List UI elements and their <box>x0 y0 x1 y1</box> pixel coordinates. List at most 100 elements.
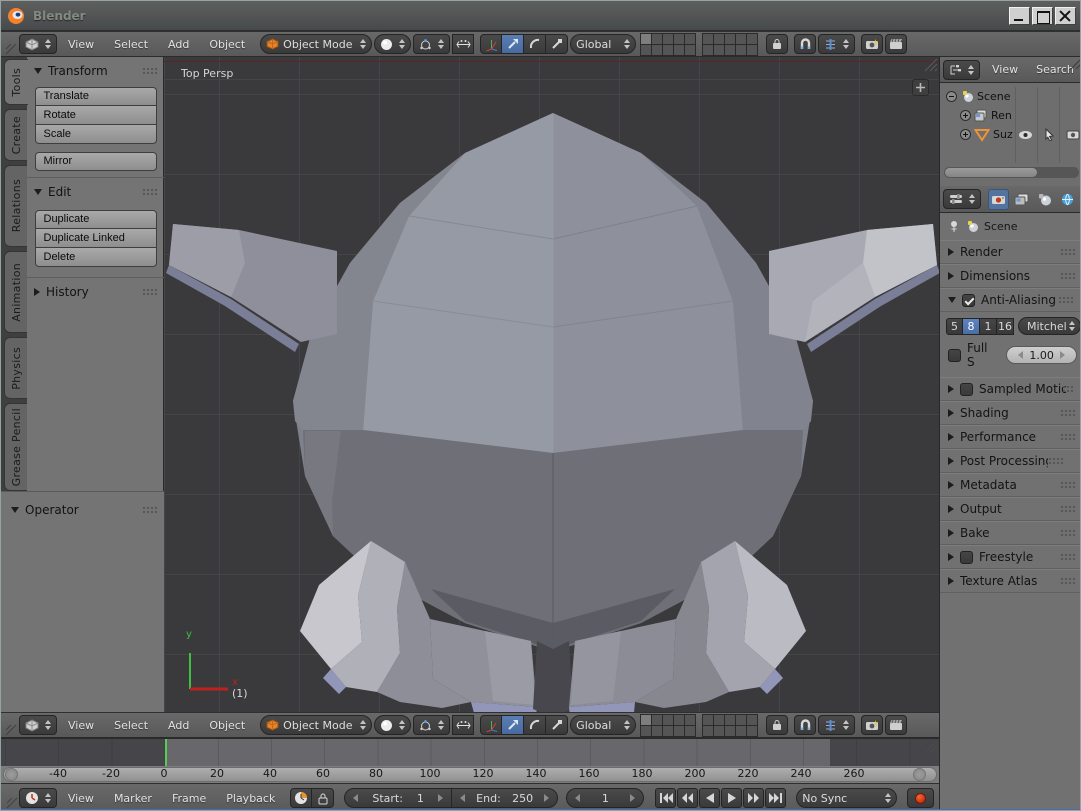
previous-keyframe-button[interactable] <box>677 788 698 808</box>
panel-output[interactable]: Output <box>940 497 1081 521</box>
mirror-button[interactable]: Mirror <box>35 152 157 171</box>
current-frame-field[interactable]: 1 <box>566 788 644 808</box>
panel-bake[interactable]: Bake <box>940 521 1081 545</box>
area-corner-grip[interactable] <box>1070 58 1081 70</box>
3d-viewport[interactable]: Top Persp <box>164 57 939 712</box>
translate-button[interactable]: Translate <box>35 87 157 106</box>
editor-type-button[interactable] <box>943 189 981 209</box>
timeline-ruler-scrollbar[interactable]: -40 -20 0 20 40 60 80 100 120 140 160 18… <box>1 766 939 783</box>
lock-to-scene-toggle[interactable] <box>766 715 788 735</box>
panel-grip[interactable] <box>142 288 157 296</box>
tab-scene[interactable] <box>1034 189 1055 210</box>
tab-animation[interactable]: Animation <box>4 251 27 333</box>
play-reverse-button[interactable] <box>699 788 720 808</box>
manipulator-axis-button[interactable] <box>480 715 502 735</box>
outliner-row-renderlayers[interactable]: Ren <box>960 106 1012 125</box>
manipulator-rotate-toggle[interactable] <box>524 34 546 54</box>
minimize-button[interactable] <box>1009 7 1030 25</box>
menu-object[interactable]: Object <box>200 719 254 732</box>
area-corner-grip[interactable] <box>5 714 17 736</box>
duplicate-button[interactable]: Duplicate <box>35 210 157 229</box>
snap-toggle[interactable] <box>794 34 816 54</box>
expand-icon[interactable] <box>960 129 971 140</box>
viewport-shading-dropdown[interactable] <box>374 715 411 735</box>
samples-11-button[interactable]: 1 <box>980 318 997 335</box>
scrollbar-thumb[interactable] <box>945 168 1037 177</box>
layer-buttons-group1[interactable] <box>640 33 696 56</box>
outliner-row-scene[interactable]: Scene <box>946 87 1011 106</box>
panel-grip[interactable] <box>1060 248 1075 256</box>
decrement-arrow-icon[interactable] <box>575 794 580 802</box>
filter-dropdown[interactable]: Mitchel <box>1018 317 1081 335</box>
editor-type-button[interactable] <box>19 715 57 735</box>
manipulator-scale-toggle[interactable] <box>546 34 568 54</box>
increment-arrow-icon[interactable] <box>438 794 443 802</box>
render-opengl-button[interactable] <box>861 715 883 735</box>
panel-operator-header[interactable]: Operator <box>1 500 164 520</box>
panel-grip[interactable] <box>1048 457 1063 465</box>
menu-view[interactable]: View <box>59 792 103 805</box>
editor-type-button[interactable] <box>943 60 980 80</box>
tab-physics[interactable]: Physics <box>4 337 27 399</box>
render-opengl-anim-button[interactable] <box>885 34 907 54</box>
preview-range-toggle[interactable] <box>290 788 312 808</box>
samples-8-button[interactable]: 8 <box>963 318 980 335</box>
rotate-button[interactable]: Rotate <box>35 106 157 125</box>
snap-element-dropdown[interactable] <box>818 34 855 54</box>
lock-to-scene-toggle[interactable] <box>766 34 788 54</box>
decrement-arrow-icon[interactable] <box>1018 351 1023 359</box>
layer-buttons-group2[interactable] <box>702 714 758 737</box>
snap-toggle[interactable] <box>794 715 816 735</box>
panel-history-header[interactable]: History <box>27 282 164 302</box>
timeline-playhead[interactable] <box>165 739 167 766</box>
manipulator-axis-button[interactable] <box>480 34 502 54</box>
pin-icon[interactable] <box>948 220 960 233</box>
record-button[interactable] <box>907 788 934 808</box>
expand-icon[interactable] <box>960 110 971 121</box>
editor-type-button[interactable] <box>19 788 57 808</box>
scrollbar-left-handle[interactable] <box>5 768 18 781</box>
menu-add[interactable]: Add <box>159 719 198 732</box>
panel-grip[interactable] <box>1060 505 1075 513</box>
panel-metadata[interactable]: Metadata <box>940 473 1081 497</box>
samples-16-button[interactable]: 16 <box>997 318 1014 335</box>
tab-world[interactable] <box>1057 189 1078 210</box>
samples-5-button[interactable]: 5 <box>946 318 963 335</box>
open-properties-region-button[interactable] <box>912 79 929 96</box>
area-corner-grip[interactable] <box>924 740 938 754</box>
pivot-point-dropdown[interactable] <box>413 34 450 54</box>
panel-performance[interactable]: Performance <box>940 425 1081 449</box>
increment-arrow-icon[interactable] <box>1060 351 1065 359</box>
tab-tools[interactable]: Tools <box>4 59 28 105</box>
area-corner-grip[interactable] <box>924 58 938 72</box>
panel-render[interactable]: Render <box>940 240 1081 264</box>
panel-edit-header[interactable]: Edit <box>27 182 164 202</box>
tab-grease-pencil[interactable]: Grease Pencil <box>4 403 27 491</box>
panel-freestyle[interactable]: Freestyle <box>940 545 1081 569</box>
panel-grip[interactable] <box>142 188 157 196</box>
panel-anti-aliasing-header[interactable]: Anti-Aliasing <box>940 288 1081 312</box>
menu-object[interactable]: Object <box>200 38 254 51</box>
cursor-select-icon[interactable] <box>1044 128 1055 141</box>
eye-icon[interactable] <box>1018 130 1033 140</box>
menu-view[interactable]: View <box>59 38 103 51</box>
restrict-render-camera-icon[interactable] <box>1066 129 1080 140</box>
manipulate-centers-toggle[interactable] <box>452 34 474 54</box>
panel-grip[interactable] <box>1060 272 1075 280</box>
panel-post-processing[interactable]: Post Processing <box>940 449 1081 473</box>
layer-buttons-group1[interactable] <box>640 714 696 737</box>
collapse-icon[interactable] <box>946 91 957 102</box>
maximize-button[interactable] <box>1032 7 1053 25</box>
mode-dropdown[interactable]: Object Mode <box>260 34 372 54</box>
menu-frame[interactable]: Frame <box>163 792 215 805</box>
close-button[interactable] <box>1055 7 1076 25</box>
full-sample-checkbox[interactable] <box>948 349 961 362</box>
start-frame-field[interactable]: Start: 1 <box>345 789 451 807</box>
sampled-motion-checkbox[interactable] <box>960 383 973 396</box>
tab-create[interactable]: Create <box>4 109 27 161</box>
manipulator-scale-toggle[interactable] <box>546 715 568 735</box>
tab-render-layers[interactable] <box>1011 189 1032 210</box>
title-bar[interactable]: Blender <box>1 1 1081 31</box>
manipulator-translate-toggle[interactable] <box>502 715 524 735</box>
outliner-menu-view[interactable]: View <box>986 63 1024 76</box>
